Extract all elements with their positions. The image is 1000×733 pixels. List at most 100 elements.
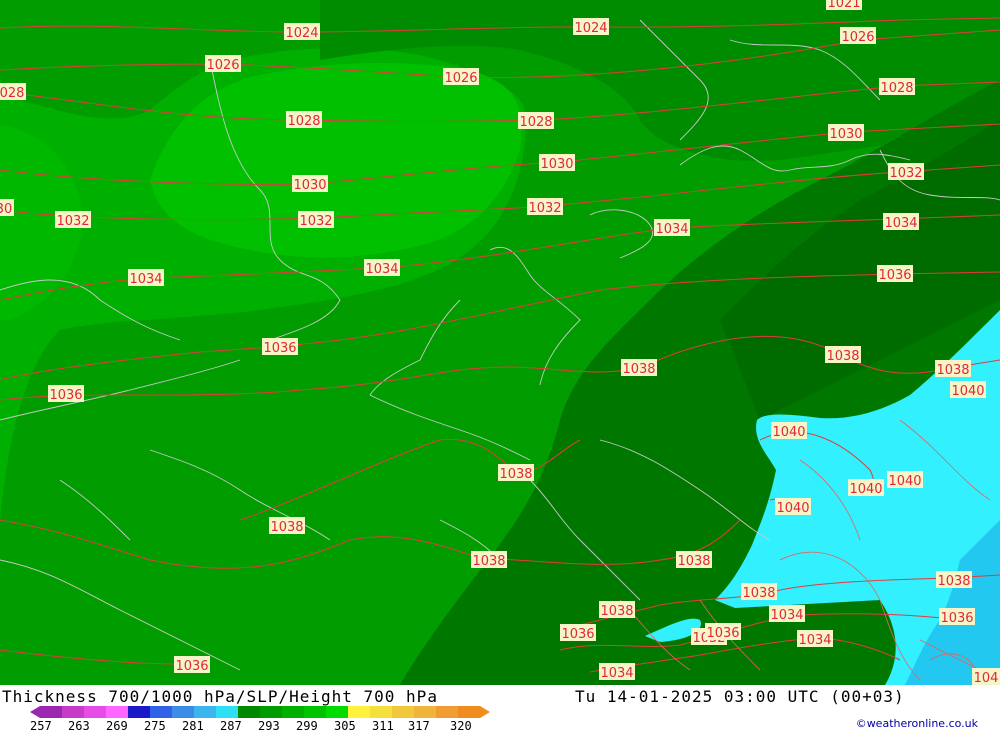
isobar-label-text: 1040 [951,384,984,399]
color-scale-labels: 257 263 269 275 281 287 293 299 305 311 317 320 [22,719,502,733]
isobar-label-text: 1024 [285,26,318,41]
scale-swatch [392,706,415,718]
isobar-label-text: 1024 [574,21,607,36]
isobar-label: 1024 [284,23,320,41]
isobar-label: 1040 [950,381,986,399]
isobar-label: 1038 [599,601,635,619]
isobar-label: 1034 [769,605,805,623]
scale-swatch [458,706,481,718]
isobar-label: 1036 [262,338,298,356]
isobar-label: 1038 [741,583,777,601]
isobar-label: 1036 [560,624,596,642]
isobar-label: 1030 [292,175,328,193]
scale-swatch [348,706,371,718]
scale-label: 275 [144,719,166,733]
isobar-label-text: 1040 [772,425,805,440]
isobar-label: 1026 [443,68,479,86]
isobar-label-text: 1026 [206,58,239,73]
isobar-label-text: 1038 [472,554,505,569]
isobar-label-text: 1034 [884,216,917,231]
isobar-label-text: 104 [974,671,999,685]
isobar-label: 1040 [887,471,923,489]
scale-swatch [414,706,437,718]
isobar-label: 1028 [879,78,915,96]
isobar-label-text: 1040 [888,474,921,489]
credit-link[interactable]: ©weatheronline.co.uk [856,717,978,730]
scale-arrow-left [30,706,40,718]
isobar-label-text: 1034 [600,666,633,681]
isobar-label-text: 1036 [706,626,739,641]
isobar-label-text: 30 [0,202,12,217]
scale-label: 311 [372,719,394,733]
forecast-datetime: Tu 14-01-2025 03:00 UTC (00+03) [575,687,905,706]
scale-swatch [150,706,173,718]
isobar-label: 1036 [705,623,741,641]
scale-swatch [172,706,195,718]
scale-label: 269 [106,719,128,733]
isobar-label-text: 1026 [444,71,477,86]
scale-swatch [84,706,107,718]
isobar-label-text: 1030 [540,157,573,172]
scale-swatch [304,706,327,718]
isobar-label: 1026 [840,27,876,45]
isobar-label: 1040 [771,422,807,440]
isobar-label: 1034 [599,663,635,681]
isobar-label: 1028 [518,112,554,130]
isobar-label: 1038 [825,346,861,364]
isobar-label-text: 1034 [798,633,831,648]
scale-swatch [260,706,283,718]
isobar-label-text: 1032 [889,166,922,181]
isobar-label: 1032 [298,211,334,229]
isobar-label-text: 1038 [826,349,859,364]
isobar-label-text: 1032 [56,214,89,229]
isobar-label-text: 1040 [849,482,882,497]
isobar-label-text: 1038 [499,467,532,482]
isobar-label: 1036 [939,608,975,626]
isobar-label-text: 1038 [622,362,655,377]
scale-label: 320 [450,719,472,733]
isobar-label: 1028 [286,111,322,129]
scale-swatch [62,706,85,718]
isobar-label: 1034 [364,259,400,277]
scale-arrow-right [480,706,490,718]
isobar-label-text: 1036 [561,627,594,642]
isobar-label-text: 1026 [841,30,874,45]
isobar-label: 1036 [174,656,210,674]
isobar-label-text: 1038 [677,554,710,569]
scale-swatch [370,706,393,718]
scale-label: 257 [30,719,52,733]
scale-swatch [128,706,151,718]
isobar-label-text: 1036 [878,268,911,283]
isobar-label: 1038 [621,359,657,377]
isobar-label: 1034 [883,213,919,231]
isobar-label: 1038 [676,551,712,569]
scale-label: 305 [334,719,356,733]
isobar-label-text: 1028 [519,115,552,130]
isobar-label-text: 1038 [937,574,970,589]
isobar-label: 1036 [48,385,84,403]
isobar-label: 1032 [55,211,91,229]
isobar-label-text: 1030 [293,178,326,193]
isobar-label-text: 1034 [365,262,398,277]
isobar-label: 1038 [935,360,971,378]
map-footer: Thickness 700/1000 hPa/SLP/Height 700 hP… [0,685,1000,733]
scale-swatch [194,706,217,718]
isobar-label: 30 [0,199,14,217]
scale-swatch [106,706,129,718]
map-title: Thickness 700/1000 hPa/SLP/Height 700 hP… [2,687,438,706]
scale-swatch [40,706,63,718]
isobar-label-text: 1034 [655,222,688,237]
isobar-label-text: 1028 [880,81,913,96]
isobar-label-text: 1034 [129,272,162,287]
isobar-label-text: 1040 [776,501,809,516]
scale-swatch [282,706,305,718]
scale-label: 299 [296,719,318,733]
isobar-label: 1034 [797,630,833,648]
isobar-label: 1038 [936,571,972,589]
isobar-label-text: 1036 [940,611,973,626]
isobar-label: 1032 [888,163,924,181]
isobar-label: 1030 [828,124,864,142]
isobar-label: 1032 [527,198,563,216]
isobar-label: 028 [0,83,26,101]
isobar-label: 1024 [573,18,609,36]
